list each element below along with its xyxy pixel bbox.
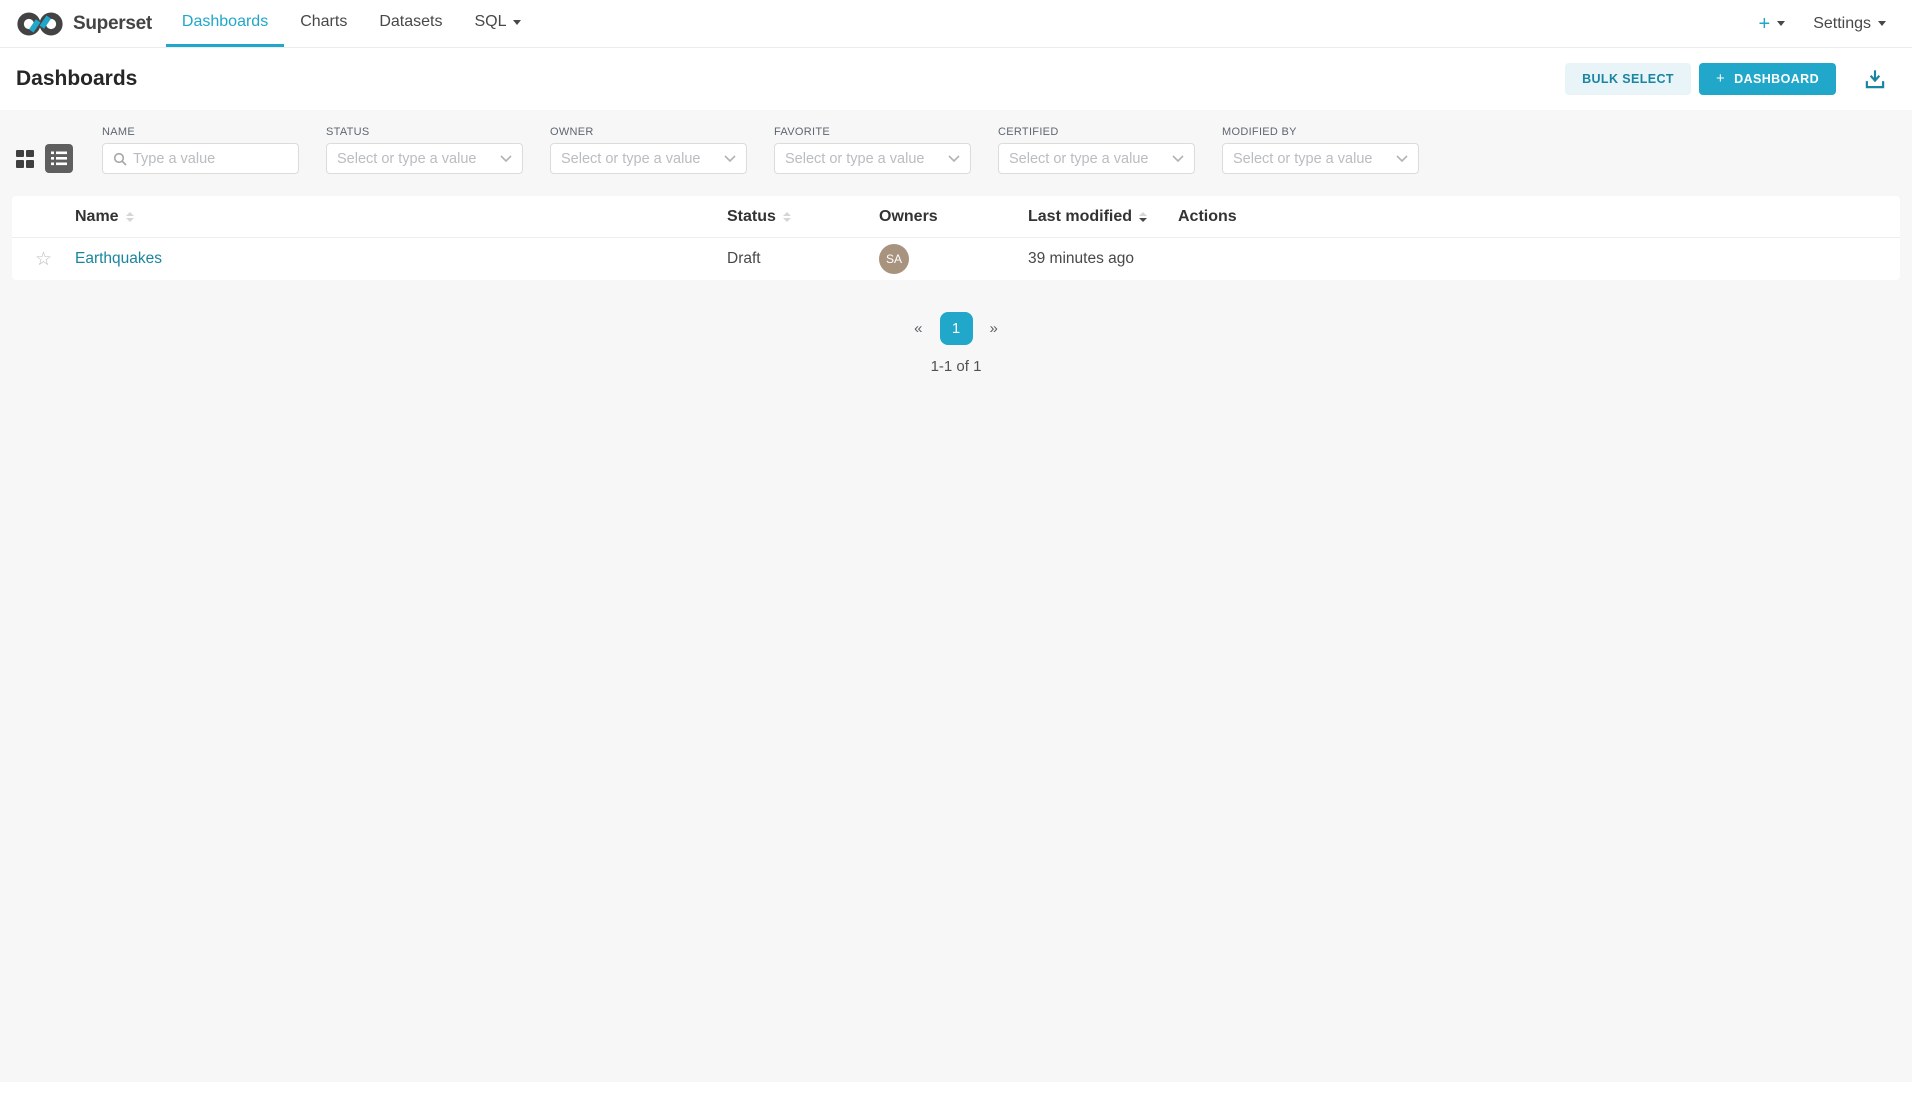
favorite-cell: ☆ [12, 250, 75, 269]
chevron-down-icon [1777, 21, 1785, 30]
status-cell: Draft [727, 250, 879, 268]
owner-avatar: SA [879, 244, 909, 274]
brand-name: Superset [73, 13, 152, 35]
chevron-down-icon [1878, 21, 1886, 30]
pagination: « 1 » [0, 312, 1912, 345]
filter-label: MODIFIED BY [1222, 126, 1419, 138]
import-dashboard-button[interactable] [1862, 66, 1888, 92]
card-view-icon[interactable] [16, 150, 34, 168]
filter-label: CERTIFIED [998, 126, 1195, 138]
last-modified-cell: 39 minutes ago [1028, 250, 1178, 268]
chevron-down-icon [1396, 155, 1408, 163]
nav-item-datasets[interactable]: Datasets [363, 0, 458, 47]
page-title: Dashboards [16, 67, 137, 91]
page-header: Dashboards BULK SELECT + DASHBOARD [0, 48, 1912, 110]
plus-icon: + [1759, 14, 1771, 34]
chevron-down-icon [724, 155, 736, 163]
pagination-summary: 1-1 of 1 [0, 358, 1912, 375]
superset-logo-icon [16, 10, 64, 38]
modified-by-select[interactable]: Select or type a value [1222, 143, 1419, 174]
next-page-button[interactable]: » [984, 316, 1004, 341]
chevron-down-icon [1172, 155, 1184, 163]
nav-item-dashboards[interactable]: Dashboards [166, 0, 284, 47]
filter-label: OWNER [550, 126, 747, 138]
footer-strip [0, 1082, 1912, 1108]
column-header-owners: Owners [879, 208, 1028, 226]
content-area: NAME STATUS Select or type a value [0, 110, 1912, 1082]
search-icon [113, 152, 127, 166]
column-header-last-modified[interactable]: Last modified [1028, 208, 1178, 226]
status-select[interactable]: Select or type a value [326, 143, 523, 174]
table-header-row: Name Status Owners Last modified Actions [12, 196, 1900, 238]
filter-favorite: FAVORITE Select or type a value [774, 126, 971, 174]
new-dashboard-button[interactable]: + DASHBOARD [1699, 63, 1836, 95]
dashboards-table: Name Status Owners Last modified Actions [12, 196, 1900, 280]
page-1-button[interactable]: 1 [940, 312, 973, 345]
favorite-star-icon[interactable]: ☆ [35, 250, 52, 269]
filter-bar: NAME STATUS Select or type a value [0, 110, 1912, 196]
nav-item-sql[interactable]: SQL [458, 0, 537, 47]
filter-name: NAME [102, 126, 299, 174]
filter-status: STATUS Select or type a value [326, 126, 523, 174]
superset-dashboards-page: Superset Dashboards Charts Datasets SQL … [0, 0, 1912, 1108]
settings-menu[interactable]: Settings [1799, 0, 1900, 47]
chevron-down-icon [948, 155, 960, 163]
bulk-select-button[interactable]: BULK SELECT [1565, 63, 1691, 95]
favorite-select[interactable]: Select or type a value [774, 143, 971, 174]
owner-select[interactable]: Select or type a value [550, 143, 747, 174]
name-search-input[interactable] [133, 151, 288, 167]
column-header-status[interactable]: Status [727, 208, 879, 226]
import-icon [1862, 66, 1888, 92]
list-view-icon[interactable] [45, 144, 73, 173]
filter-owner: OWNER Select or type a value [550, 126, 747, 174]
new-item-menu[interactable]: + [1745, 0, 1800, 47]
sort-icon [126, 212, 134, 222]
nav-item-charts[interactable]: Charts [284, 0, 363, 47]
nav-right: + Settings [1745, 0, 1912, 47]
sort-icon [783, 212, 791, 222]
name-cell: Earthquakes [75, 250, 727, 268]
top-nav: Superset Dashboards Charts Datasets SQL … [0, 0, 1912, 48]
view-toggles [16, 143, 73, 174]
column-header-name[interactable]: Name [75, 208, 727, 226]
column-header-actions: Actions [1178, 208, 1900, 226]
nav-items: Dashboards Charts Datasets SQL [166, 0, 538, 47]
name-search-field[interactable] [102, 143, 299, 174]
filter-label: STATUS [326, 126, 523, 138]
filter-label: NAME [102, 126, 299, 138]
dashboard-link[interactable]: Earthquakes [75, 250, 162, 268]
chevron-down-icon [500, 155, 512, 163]
owners-cell: SA [879, 244, 1028, 274]
filter-certified: CERTIFIED Select or type a value [998, 126, 1195, 174]
certified-select[interactable]: Select or type a value [998, 143, 1195, 174]
prev-page-button[interactable]: « [908, 316, 928, 341]
sort-desc-icon [1139, 212, 1147, 222]
filter-label: FAVORITE [774, 126, 971, 138]
chevron-down-icon [513, 20, 521, 29]
table-row: ☆ Earthquakes Draft SA 39 minutes ago [12, 238, 1900, 280]
filter-modified-by: MODIFIED BY Select or type a value [1222, 126, 1419, 174]
brand[interactable]: Superset [16, 0, 152, 47]
plus-icon: + [1716, 70, 1725, 87]
